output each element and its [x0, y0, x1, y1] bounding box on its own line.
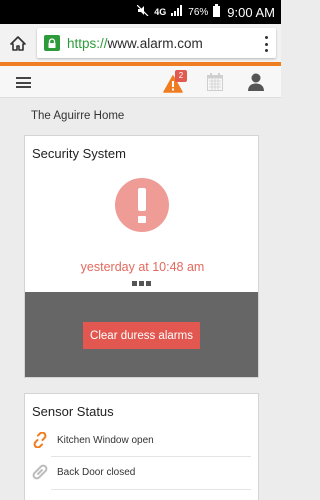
- clear-duress-alarms-button[interactable]: Clear duress alarms: [83, 322, 200, 349]
- hamburger-menu-icon[interactable]: [16, 77, 31, 88]
- alert-count-badge: 2: [175, 70, 187, 82]
- home-icon: [10, 35, 26, 51]
- pager-dot: [132, 281, 137, 286]
- status-bar: 4G 76% 9:00 AM: [0, 0, 281, 24]
- url-scheme: https://: [67, 35, 108, 51]
- sensor-row[interactable]: Back Door closed: [32, 457, 252, 487]
- home-name: The Aguirre Home: [31, 110, 125, 122]
- app-header: 2: [0, 66, 281, 98]
- url-host: www.alarm.com: [107, 35, 203, 51]
- clock: 9:00 AM: [227, 4, 275, 20]
- exclamation-bar: [138, 188, 146, 211]
- hamburger-line: [16, 81, 31, 84]
- mute-icon: [136, 4, 149, 19]
- sensor-status-card: Sensor Status Kitchen Window open Back D…: [24, 393, 259, 500]
- security-card-title: Security System: [32, 146, 126, 161]
- link-closed-icon: [32, 464, 48, 480]
- dot: [264, 36, 268, 39]
- security-system-card: Security System yesterday at 10:48 am Cl…: [24, 135, 259, 378]
- row-divider: [51, 489, 251, 490]
- sensor-row[interactable]: Kitchen Window open: [32, 425, 252, 455]
- pager-dot: [146, 281, 151, 286]
- hamburger-line: [16, 77, 31, 79]
- browser-toolbar: https://www.alarm.com: [0, 24, 281, 62]
- sensor-card-title: Sensor Status: [32, 404, 114, 419]
- pager-dot: [139, 281, 144, 286]
- alarm-event-time: yesterday at 10:48 am: [80, 260, 205, 274]
- dot: [264, 42, 268, 46]
- link-open-icon: [33, 432, 47, 448]
- alarm-action-panel: Clear duress alarms: [25, 292, 258, 377]
- battery-icon: [213, 4, 221, 20]
- hamburger-line: [16, 86, 31, 88]
- url-field[interactable]: https://www.alarm.com: [37, 28, 276, 58]
- battery-percent: 76%: [188, 6, 209, 18]
- browser-menu-button[interactable]: [259, 35, 273, 53]
- carousel-pager[interactable]: [132, 281, 151, 286]
- alarm-exclamation-icon: [115, 178, 169, 232]
- browser-home-button[interactable]: [0, 24, 36, 62]
- calendar-button[interactable]: [207, 73, 223, 91]
- calendar-icon: [207, 73, 223, 91]
- url-text: https://www.alarm.com: [67, 36, 203, 51]
- lock-icon: [44, 35, 60, 51]
- dot: [264, 49, 268, 52]
- sensor-label: Back Door closed: [57, 466, 136, 478]
- exclamation-dot: [138, 216, 146, 223]
- signal-icon: [171, 5, 183, 19]
- network-type: 4G: [154, 7, 167, 17]
- alerts-button[interactable]: 2: [163, 70, 187, 94]
- sensor-label: Kitchen Window open: [57, 434, 154, 446]
- user-account-button[interactable]: [247, 72, 265, 92]
- user-icon: [248, 73, 264, 91]
